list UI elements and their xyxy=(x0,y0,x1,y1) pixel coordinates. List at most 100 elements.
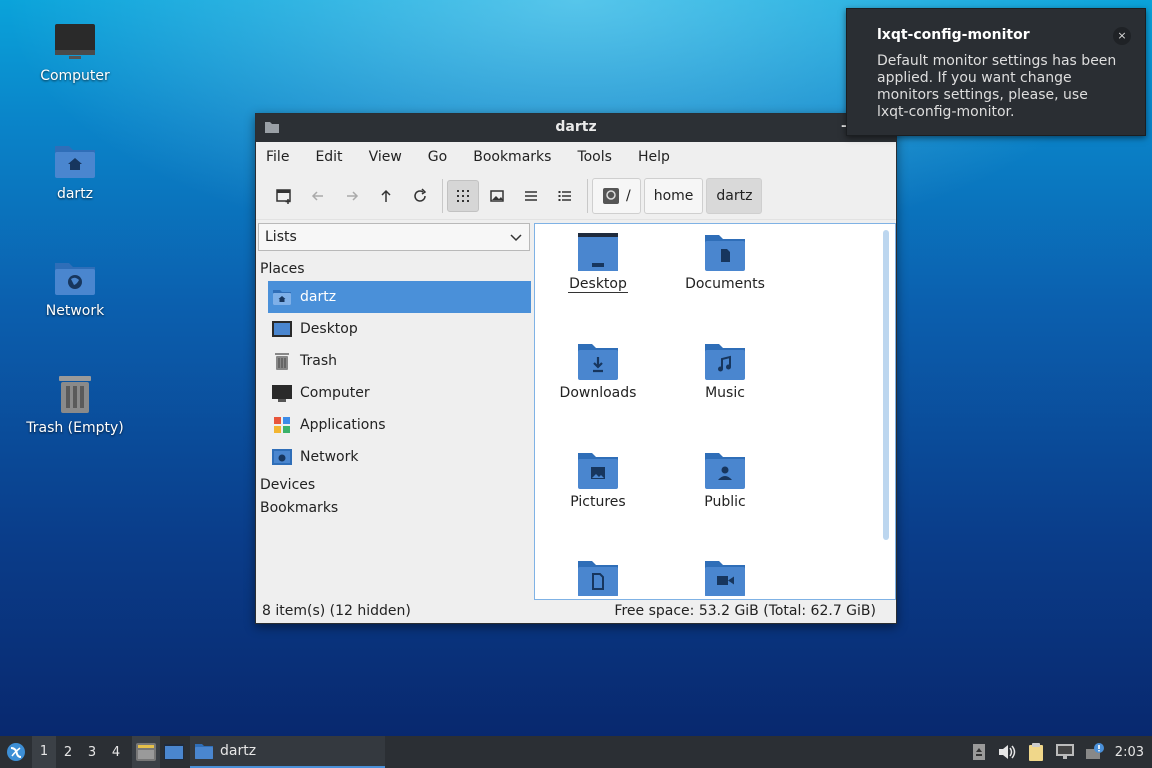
quicklaunch-file-manager[interactable] xyxy=(132,736,160,768)
menu-help[interactable]: Help xyxy=(638,149,670,165)
network-folder-icon xyxy=(55,263,95,295)
place-label: Network xyxy=(300,449,359,465)
desktop-icon xyxy=(272,321,292,337)
file-item-videos[interactable] xyxy=(665,558,785,596)
detailed-list-button[interactable] xyxy=(549,180,581,212)
desktop-icon-label: Network xyxy=(45,303,105,319)
side-pane-mode-select[interactable]: Lists xyxy=(258,223,530,251)
places-heading[interactable]: Places xyxy=(260,261,305,277)
menu-view[interactable]: View xyxy=(369,149,402,165)
place-label: Computer xyxy=(300,385,370,401)
desktop-icon-label: Computer xyxy=(40,68,110,84)
breadcrumb-label: home xyxy=(653,187,694,204)
notification-popup[interactable]: lxqt-config-monitor Default monitor sett… xyxy=(846,8,1146,136)
file-label: Pictures xyxy=(570,494,626,510)
downloads-folder-icon xyxy=(578,344,618,380)
grid-icon xyxy=(457,189,469,202)
notification-indicator-icon[interactable] xyxy=(1085,743,1105,761)
volume-icon[interactable] xyxy=(997,743,1017,761)
trash-icon xyxy=(59,376,91,413)
place-item-network[interactable]: Network xyxy=(268,441,531,473)
desktop-icon-network[interactable]: Network xyxy=(10,257,140,319)
menu-go[interactable]: Go xyxy=(428,149,447,165)
folder-view[interactable]: Desktop Documents Downloads Music Pictur… xyxy=(534,223,896,600)
desktop-icon xyxy=(164,744,184,760)
show-desktop-button[interactable] xyxy=(160,736,188,768)
place-item-dartz[interactable]: dartz xyxy=(268,281,531,313)
window-title: dartz xyxy=(555,119,597,135)
main-menu-button[interactable] xyxy=(0,736,32,768)
place-item-applications[interactable]: Applications xyxy=(268,409,531,441)
menu-file[interactable]: File xyxy=(266,149,289,165)
file-item-templates[interactable] xyxy=(538,558,658,596)
desktop-icon-home[interactable]: dartz xyxy=(10,140,140,202)
vertical-scrollbar[interactable] xyxy=(883,230,889,540)
back-button[interactable] xyxy=(302,180,334,212)
file-item-public[interactable]: Public xyxy=(665,450,785,510)
reload-button[interactable] xyxy=(404,180,436,212)
place-label: Desktop xyxy=(300,321,358,337)
file-item-music[interactable]: Music xyxy=(665,341,785,401)
title-bar[interactable]: dartz – xyxy=(256,114,896,142)
trash-icon xyxy=(275,353,289,370)
breadcrumb-root[interactable]: / xyxy=(592,177,641,214)
removable-media-icon[interactable] xyxy=(971,743,987,761)
notification-title: lxqt-config-monitor xyxy=(877,27,1030,43)
up-button[interactable] xyxy=(370,180,402,212)
workspace-3[interactable]: 3 xyxy=(80,745,104,760)
file-item-downloads[interactable]: Downloads xyxy=(538,341,658,401)
file-manager-window: dartz – File Edit View Go Bookmarks Tool… xyxy=(255,113,897,624)
home-folder-icon xyxy=(273,290,291,305)
desktop-icon-label: Trash (Empty) xyxy=(26,420,124,436)
image-icon xyxy=(490,189,504,202)
file-label: Downloads xyxy=(559,385,637,401)
file-item-pictures[interactable]: Pictures xyxy=(538,450,658,510)
place-item-desktop[interactable]: Desktop xyxy=(268,313,531,345)
pictures-folder-icon xyxy=(578,453,618,489)
new-tab-button[interactable] xyxy=(268,180,300,212)
free-space-status: Free space: 53.2 GiB (Total: 62.7 GiB) xyxy=(614,603,876,619)
file-item-desktop[interactable]: Desktop xyxy=(538,232,658,293)
clipboard-icon[interactable] xyxy=(1027,742,1045,762)
place-label: Applications xyxy=(300,417,386,433)
place-item-computer[interactable]: Computer xyxy=(268,377,531,409)
toolbar: / home dartz xyxy=(256,172,896,220)
breadcrumb-home[interactable]: home xyxy=(643,177,704,214)
menu-edit[interactable]: Edit xyxy=(315,149,342,165)
place-item-trash[interactable]: Trash xyxy=(268,345,531,377)
place-label: dartz xyxy=(300,289,337,305)
menu-tools[interactable]: Tools xyxy=(577,149,612,165)
breadcrumb-dartz[interactable]: dartz xyxy=(706,177,763,214)
clock[interactable]: 2:03 xyxy=(1115,745,1144,760)
arrow-up-icon xyxy=(381,189,391,202)
network-status-icon[interactable] xyxy=(1055,743,1075,761)
home-folder-icon xyxy=(55,146,95,178)
task-button-dartz[interactable]: dartz xyxy=(190,736,385,768)
workspace-1[interactable]: 1 xyxy=(32,736,56,768)
network-icon xyxy=(272,449,292,465)
devices-heading[interactable]: Devices xyxy=(260,477,315,493)
thumbnail-view-button[interactable] xyxy=(481,180,513,212)
file-label: Public xyxy=(704,494,746,510)
taskbar: 1 2 3 4 dartz 2:03 xyxy=(0,736,1152,768)
workspace-4[interactable]: 4 xyxy=(104,745,128,760)
bookmarks-heading[interactable]: Bookmarks xyxy=(260,500,338,516)
system-tray: 2:03 xyxy=(971,736,1152,768)
videos-folder-icon xyxy=(705,561,745,596)
compact-view-button[interactable] xyxy=(515,180,547,212)
status-bar: 8 item(s) (12 hidden) Free space: 53.2 G… xyxy=(256,599,896,623)
desktop-icon-trash[interactable]: Trash (Empty) xyxy=(10,374,140,436)
lxqt-logo-icon xyxy=(7,743,25,761)
desktop-icon-computer[interactable]: Computer xyxy=(10,22,140,84)
drive-icon xyxy=(603,187,619,204)
file-label: Documents xyxy=(685,276,765,292)
menu-bookmarks[interactable]: Bookmarks xyxy=(473,149,551,165)
forward-button[interactable] xyxy=(336,180,368,212)
file-item-documents[interactable]: Documents xyxy=(665,232,785,292)
icon-view-button[interactable] xyxy=(447,179,479,212)
file-label: Music xyxy=(705,385,745,401)
notification-close-button[interactable]: × xyxy=(1113,27,1131,45)
menu-bar: File Edit View Go Bookmarks Tools Help xyxy=(256,142,896,172)
workspace-2[interactable]: 2 xyxy=(56,745,80,760)
chevron-down-icon xyxy=(510,234,522,242)
